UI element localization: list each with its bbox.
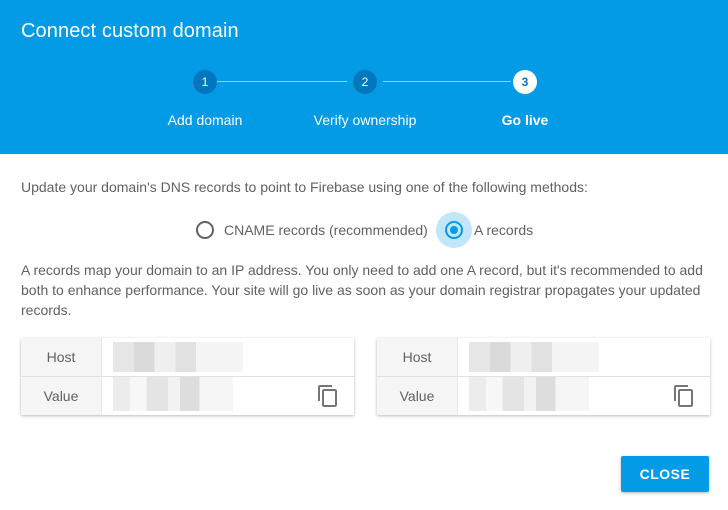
record-type-radio-group: CNAME records (recommended) A records: [0, 212, 728, 248]
step-2-label: Verify ownership: [313, 112, 417, 128]
a-records-radio[interactable]: A records: [436, 212, 534, 248]
a-record-card-2: Host Value: [377, 338, 710, 415]
host-value-redacted: [469, 342, 599, 372]
step-1-indicator: 1: [193, 70, 217, 94]
ip-value-redacted: [469, 377, 589, 411]
cname-records-radio[interactable]: CNAME records (recommended): [196, 214, 428, 246]
host-row: Host: [21, 338, 354, 377]
value-label: Value: [21, 377, 102, 415]
step-1-label: Add domain: [167, 112, 243, 128]
a-records-description: A records map your domain to an IP addre…: [21, 262, 703, 318]
a-record-card-1: Host Value: [21, 338, 354, 415]
instructions-text: Update your domain's DNS records to poin…: [21, 179, 588, 195]
radio-checked-icon: [445, 221, 463, 239]
host-row: Host: [377, 338, 710, 377]
step-3-label: Go live: [501, 112, 549, 128]
host-value-redacted: [113, 342, 243, 372]
host-label: Host: [377, 338, 458, 376]
cname-records-label: CNAME records (recommended): [224, 222, 428, 238]
value-label: Value: [377, 377, 458, 415]
step-3-indicator: 3: [513, 70, 537, 94]
host-label: Host: [21, 338, 102, 376]
dialog-header: Connect custom domain 1 2 3 Add domain V…: [0, 0, 728, 154]
radio-focus-halo: [436, 212, 472, 248]
radio-unchecked-icon: [196, 221, 214, 239]
dialog-title: Connect custom domain: [21, 20, 239, 42]
close-button[interactable]: CLOSE: [621, 456, 709, 492]
value-row: Value: [21, 377, 354, 415]
ip-value-redacted: [113, 377, 233, 411]
copy-icon[interactable]: [316, 384, 340, 408]
a-records-label: A records: [474, 222, 534, 238]
stepper-connector: [217, 81, 347, 82]
value-row: Value: [377, 377, 710, 415]
copy-icon[interactable]: [672, 384, 696, 408]
step-2-indicator: 2: [353, 70, 377, 94]
stepper-connector: [383, 81, 511, 82]
